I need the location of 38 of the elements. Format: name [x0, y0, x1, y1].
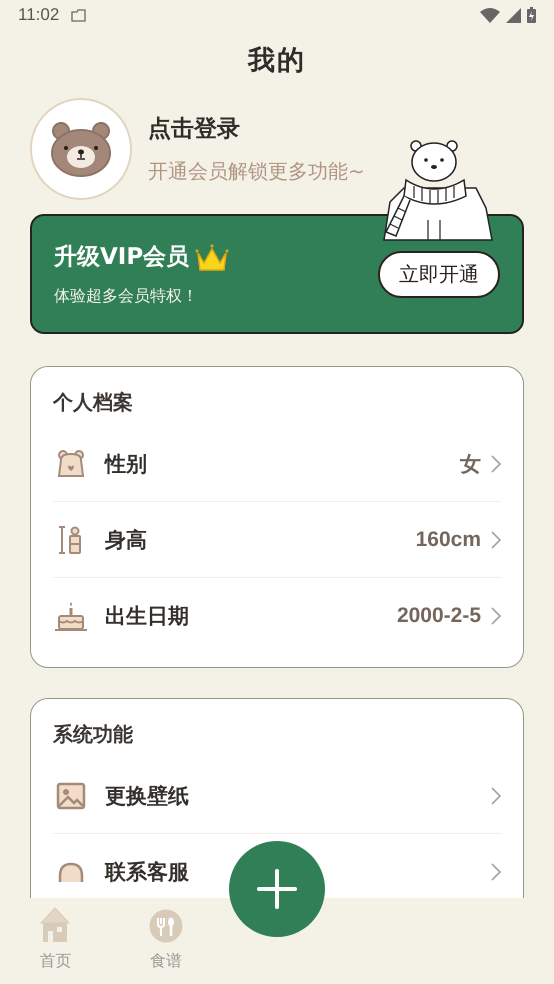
settings-row[interactable]: 性别 女: [53, 426, 501, 501]
bear-face-icon: [49, 121, 113, 177]
house-icon: [40, 907, 70, 943]
login-link[interactable]: 点击登录: [148, 113, 365, 144]
vip-title: 升级VIP会员: [54, 243, 190, 272]
settings-row[interactable]: 身高 160cm: [53, 501, 501, 577]
battery-icon: [527, 7, 536, 23]
row-value: 2000-2-5: [396, 604, 481, 628]
settings-row[interactable]: 出生日期 2000-2-5: [53, 577, 501, 653]
chevron-right-icon: [491, 862, 501, 880]
cake-icon: [54, 600, 88, 632]
vip-subtitle: 体验超多会员特权！: [54, 286, 199, 307]
vip-banner[interactable]: 升级VIP会员 体验超多会员特权！ 立即开通: [30, 214, 524, 334]
chevron-right-icon: [491, 786, 501, 804]
signal-icon: [506, 8, 521, 22]
chevron-right-icon: [491, 530, 501, 548]
fork-spoon-icon: [149, 909, 184, 943]
clock-time: 11:02: [18, 5, 60, 25]
chevron-right-icon: [491, 454, 501, 472]
settings-row[interactable]: 更换壁纸: [53, 758, 501, 833]
crown-icon: [195, 242, 230, 270]
row-value: 160cm: [416, 528, 481, 552]
bear-icon: [55, 448, 87, 480]
folder-icon: [71, 8, 88, 22]
profile-subtitle: 开通会员解锁更多功能~: [148, 158, 365, 185]
page-title: 我的: [248, 45, 306, 76]
activate-button[interactable]: 立即开通: [378, 250, 500, 298]
row-label: 性别: [105, 450, 148, 478]
section-title: 系统功能: [53, 721, 134, 748]
row-label: 联系客服: [105, 858, 190, 886]
chevron-right-icon: [491, 606, 501, 624]
row-label: 身高: [105, 526, 148, 554]
row-label: 出生日期: [105, 602, 190, 630]
section-title: 个人档案: [53, 389, 134, 416]
row-label: 更换壁纸: [105, 782, 190, 810]
wifi-icon: [480, 8, 500, 22]
plus-icon: [257, 869, 297, 909]
row-value: 女: [460, 452, 481, 478]
